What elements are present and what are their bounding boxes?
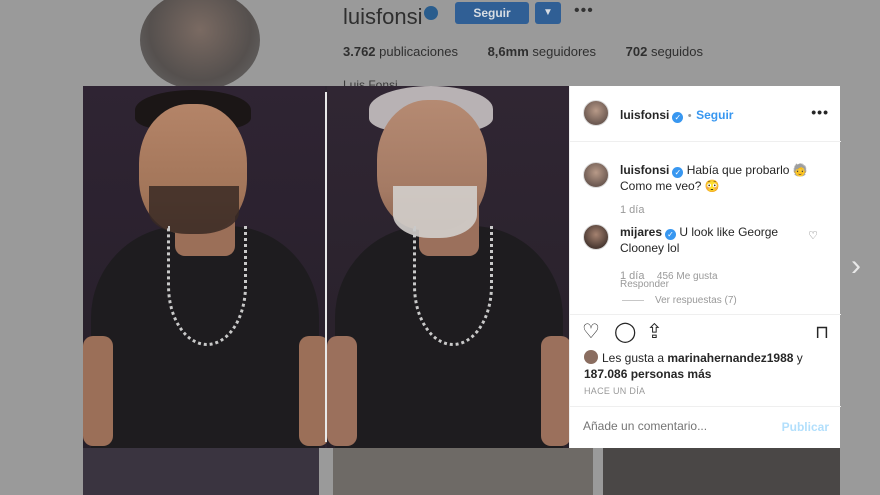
post-header: luisfonsi ✓ • Seguir ••• <box>570 86 841 142</box>
author-avatar[interactable] <box>583 100 609 126</box>
posts-stat[interactable]: 3.762 publicaciones <box>343 44 458 59</box>
next-post-arrow-icon[interactable]: › <box>842 248 870 284</box>
action-bar: ♡ ◯ ⇪ ⊓ <box>570 314 841 348</box>
verified-badge-icon: ✓ <box>665 229 677 240</box>
verified-badge-icon: ✓ <box>672 167 684 178</box>
post-image[interactable] <box>83 86 569 448</box>
chevron-down-icon[interactable]: ▼ <box>535 2 561 24</box>
likes-count[interactable]: 187.086 personas más <box>584 367 711 381</box>
comment-avatar[interactable] <box>583 224 609 250</box>
publish-button[interactable]: Publicar <box>782 420 829 434</box>
reply-button[interactable]: Responder <box>620 279 669 290</box>
view-replies-button[interactable]: Ver respuestas (7) <box>655 295 737 306</box>
grid-thumbnail[interactable] <box>603 448 840 495</box>
photo-after <box>327 86 569 448</box>
bookmark-icon[interactable]: ⊓ <box>815 321 829 343</box>
verified-badge-icon <box>424 6 438 20</box>
comment-like-heart-icon[interactable]: ♡ <box>808 229 818 242</box>
comment-bubble-icon[interactable]: ◯ <box>614 321 636 343</box>
profile-follow-button[interactable]: Seguir <box>455 2 529 24</box>
share-icon[interactable]: ⇪ <box>646 321 663 343</box>
follow-link[interactable]: Seguir <box>696 108 733 122</box>
comment-username[interactable]: mijares <box>620 225 662 239</box>
profile-username: luisfonsi <box>343 4 423 29</box>
caption-author-avatar[interactable] <box>583 162 609 188</box>
post-side-panel: luisfonsi ✓ • Seguir ••• luisfonsi ✓ Había… <box>569 86 841 448</box>
separator-dot: • <box>687 110 692 122</box>
caption: luisfonsi ✓ Había que probarlo 🧓 Como me … <box>620 162 810 194</box>
post-grid-row <box>83 448 840 495</box>
post-modal: luisfonsi ✓ • Seguir ••• luisfonsi ✓ Había… <box>83 86 841 448</box>
caption-age[interactable]: 1 día <box>620 204 644 216</box>
liker-avatar[interactable] <box>584 350 598 364</box>
caption-username[interactable]: luisfonsi <box>620 163 669 177</box>
replies-line <box>622 300 644 301</box>
photo-before <box>83 86 329 448</box>
more-horizontal-icon[interactable]: ••• <box>574 2 594 20</box>
following-stat[interactable]: 702 seguidos <box>626 44 703 59</box>
post-timestamp[interactable]: HACE UN DÍA <box>584 386 645 396</box>
more-options-icon[interactable]: ••• <box>811 104 829 120</box>
liker-username[interactable]: marinahernandez1988 <box>667 351 793 365</box>
author-username[interactable]: luisfonsi <box>620 108 669 122</box>
grid-thumbnail[interactable] <box>333 448 593 495</box>
profile-stats: 3.762 publicaciones 8,6mm seguidores 702… <box>343 44 729 59</box>
instagram-post-viewer: luisfonsi Seguir ▼ ••• 3.762 publicacion… <box>0 0 880 495</box>
like-heart-icon[interactable]: ♡ <box>582 321 600 343</box>
comment-input[interactable] <box>583 419 783 433</box>
comment: mijares ✓ U look like George Clooney lol <box>620 224 800 256</box>
followers-stat[interactable]: 8,6mm seguidores <box>488 44 596 59</box>
grid-thumbnail[interactable] <box>83 448 319 495</box>
verified-badge-icon: ✓ <box>672 112 684 123</box>
add-comment-bar: Publicar <box>570 406 841 448</box>
likes-summary: Les gusta a marinahernandez1988 y 187.08… <box>584 350 803 381</box>
